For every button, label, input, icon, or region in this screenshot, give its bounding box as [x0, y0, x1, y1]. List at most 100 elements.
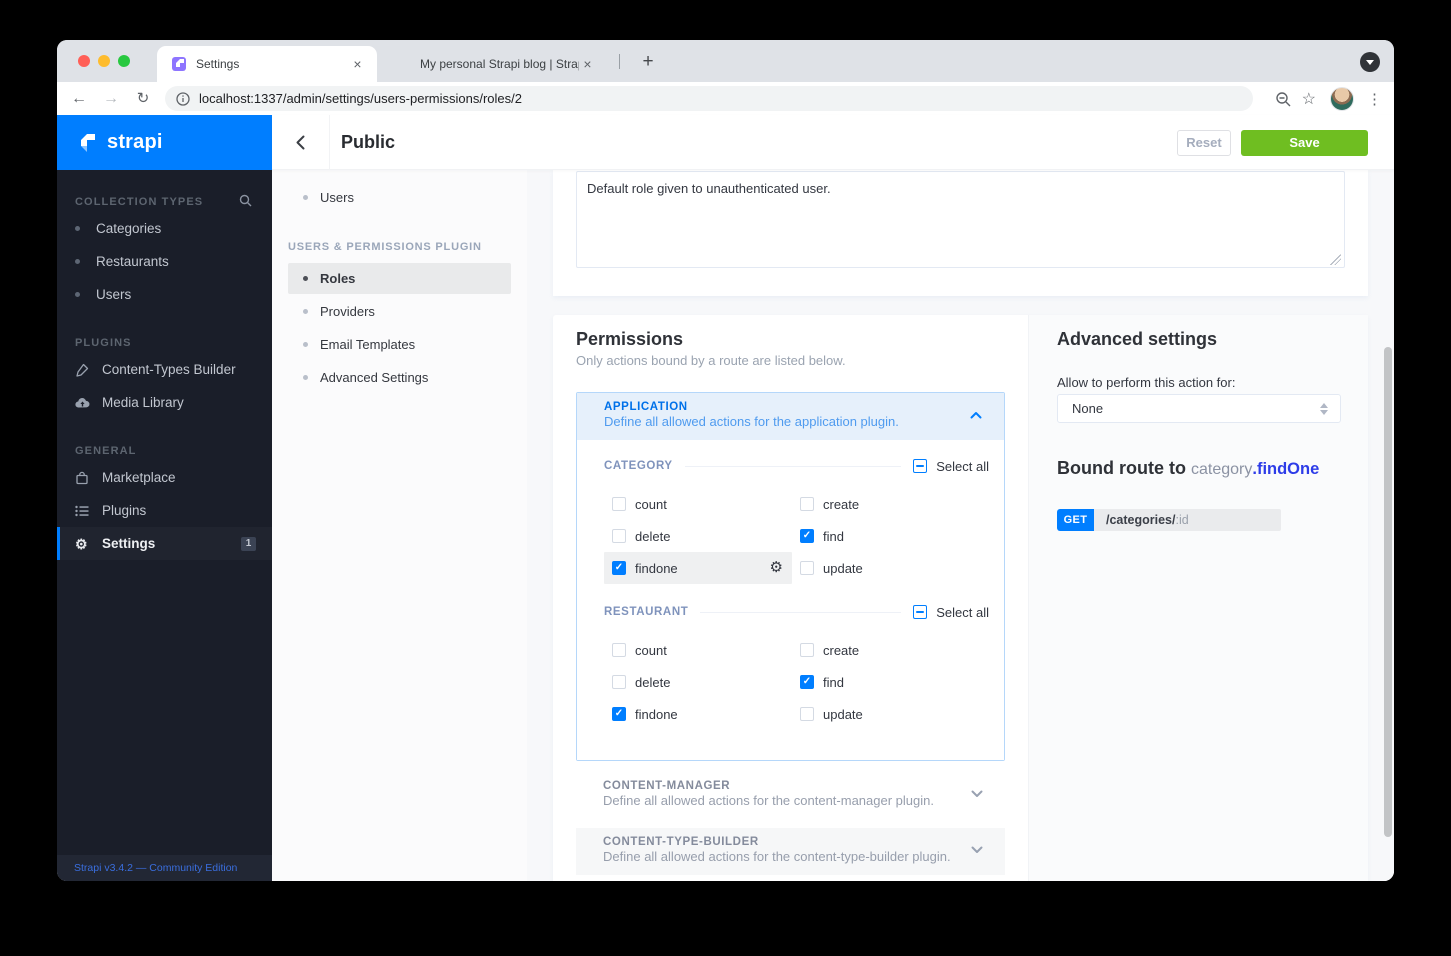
permission-cell-find[interactable]: find: [792, 520, 980, 552]
sidebar-item-marketplace[interactable]: Marketplace: [57, 461, 272, 494]
settings-nav-section-label: USERS & PERMISSIONS PLUGIN: [288, 241, 482, 253]
permission-label: update: [823, 560, 863, 576]
tab-blog[interactable]: My personal Strapi blog | Strap ×: [381, 46, 607, 82]
checkbox[interactable]: [612, 529, 626, 543]
select-all-label: Select all: [936, 604, 989, 620]
checkbox[interactable]: [612, 643, 626, 657]
tab-settings[interactable]: Settings ×: [157, 46, 377, 82]
checkbox[interactable]: [800, 497, 814, 511]
checkbox[interactable]: [800, 529, 814, 543]
select-all-checkbox[interactable]: [913, 605, 928, 619]
sidebar-item-categories[interactable]: Categories: [57, 212, 272, 245]
permission-cell-update[interactable]: update: [792, 552, 980, 584]
browser-menu-icon[interactable]: ⋮: [1367, 90, 1382, 108]
accordion-content-manager[interactable]: CONTENT-MANAGER Define all allowed actio…: [576, 772, 1005, 818]
settings-nav-item-email-templates[interactable]: Email Templates: [288, 329, 511, 360]
checkbox[interactable]: [800, 643, 814, 657]
blog-favicon-icon: [395, 56, 411, 72]
settings-nav-item-roles[interactable]: Roles: [288, 263, 511, 294]
permission-label: find: [823, 674, 844, 690]
sidebar-item-content-types-builder[interactable]: Content-Types Builder: [57, 353, 272, 386]
accordion-name: CONTENT-TYPE-BUILDER: [603, 836, 759, 848]
sidebar-item-plugins[interactable]: Plugins: [57, 494, 272, 527]
permission-cell-findone[interactable]: findone: [604, 698, 792, 730]
checkbox[interactable]: [612, 561, 626, 575]
nav-item-label: Users: [320, 190, 354, 205]
sidebar-item-label: Content-Types Builder: [102, 362, 236, 377]
sidebar-item-label: Media Library: [102, 395, 184, 410]
checkbox[interactable]: [800, 561, 814, 575]
settings-nav-item-advanced-settings[interactable]: Advanced Settings: [288, 362, 511, 393]
select-all-restaurant[interactable]: Select all: [913, 605, 989, 620]
permission-label: create: [823, 642, 860, 658]
search-icon[interactable]: [239, 194, 252, 207]
bullet-icon: [75, 259, 80, 264]
tab-close-icon[interactable]: ×: [579, 56, 596, 73]
permission-cell-count[interactable]: count: [604, 634, 792, 666]
permission-cell-update[interactable]: update: [792, 698, 980, 730]
role-description-textarea[interactable]: Default role given to unauthenticated us…: [576, 171, 1345, 268]
sidebar-item-restaurants[interactable]: Restaurants: [57, 245, 272, 278]
page-scrollbar-thumb[interactable]: [1384, 347, 1392, 837]
permission-cell-find[interactable]: find: [792, 666, 980, 698]
route-display: GET /categories/:id: [1057, 509, 1281, 531]
allow-action-select[interactable]: None: [1057, 394, 1341, 423]
permission-cell-delete[interactable]: delete: [604, 666, 792, 698]
permission-cell-create[interactable]: create: [792, 634, 980, 666]
select-all-checkbox[interactable]: [913, 459, 928, 473]
sidebar-item-users[interactable]: Users: [57, 278, 272, 311]
advanced-settings-zone: Advanced settings Allow to perform this …: [1028, 315, 1368, 881]
accordion-application-header[interactable]: APPLICATION Define all allowed actions f…: [577, 393, 1004, 440]
permission-cell-delete[interactable]: delete: [604, 520, 792, 552]
gear-icon[interactable]: ⚙: [770, 560, 783, 575]
divider: [700, 611, 902, 613]
checkbox[interactable]: [612, 707, 626, 721]
checkbox[interactable]: [612, 497, 626, 511]
tab-title: Settings: [196, 57, 240, 71]
chevron-down-icon[interactable]: [971, 846, 983, 854]
reset-button[interactable]: Reset: [1177, 130, 1231, 156]
bound-route-prefix: Bound route to: [1057, 458, 1191, 478]
accordion-content-type-builder[interactable]: CONTENT-TYPE-BUILDER Define all allowed …: [576, 828, 1005, 875]
permission-cell-findone[interactable]: findone ⚙: [604, 552, 792, 584]
version-link[interactable]: Strapi v3.4.2 — Community Edition: [74, 862, 237, 874]
reload-button[interactable]: ↻: [130, 86, 156, 112]
profile-avatar[interactable]: [1330, 87, 1354, 111]
new-tab-button[interactable]: +: [635, 49, 661, 75]
back-button-box[interactable]: [272, 115, 330, 170]
checkbox[interactable]: [800, 675, 814, 689]
minimize-window-button[interactable]: [98, 55, 110, 67]
brush-icon: [75, 363, 90, 377]
chevron-up-icon[interactable]: [970, 411, 982, 419]
site-info-icon[interactable]: [176, 91, 190, 106]
sidebar-item-media-library[interactable]: Media Library: [57, 386, 272, 419]
select-all-category[interactable]: Select all: [913, 459, 989, 474]
bookmark-star-icon[interactable]: ☆: [1302, 89, 1316, 109]
save-button[interactable]: Save: [1241, 130, 1368, 156]
strapi-logo-icon: [81, 133, 95, 152]
close-window-button[interactable]: [78, 55, 90, 67]
textarea-resize-handle[interactable]: [1330, 254, 1341, 265]
sidebar-item-label: Users: [96, 287, 132, 302]
permissions-card: Permissions Only actions bound by a rout…: [553, 315, 1368, 881]
chevron-down-icon[interactable]: [971, 790, 983, 798]
permission-cell-count[interactable]: count: [604, 488, 792, 520]
strapi-logo[interactable]: strapi: [57, 115, 272, 170]
tab-close-icon[interactable]: ×: [349, 56, 366, 73]
zoom-icon[interactable]: [1275, 91, 1292, 108]
sidebar-item-settings[interactable]: ⚙ Settings 1: [57, 527, 272, 560]
back-button[interactable]: ←: [66, 86, 92, 112]
settings-nav-item-users[interactable]: Users: [288, 182, 511, 213]
checkbox[interactable]: [612, 675, 626, 689]
bound-route-controller: category: [1190, 461, 1253, 478]
maximize-window-button[interactable]: [118, 55, 130, 67]
bound-route-heading: Bound route to category.findOne: [1057, 458, 1319, 479]
checkbox[interactable]: [800, 707, 814, 721]
forward-button[interactable]: →: [98, 86, 124, 112]
permission-cell-create[interactable]: create: [792, 488, 980, 520]
tab-search-button[interactable]: [1360, 52, 1380, 72]
cloud-upload-icon: [75, 397, 90, 409]
settings-nav-item-providers[interactable]: Providers: [288, 296, 511, 327]
sidebar-item-label: Restaurants: [96, 254, 169, 269]
url-bar[interactable]: localhost:1337/admin/settings/users-perm…: [165, 86, 1253, 111]
